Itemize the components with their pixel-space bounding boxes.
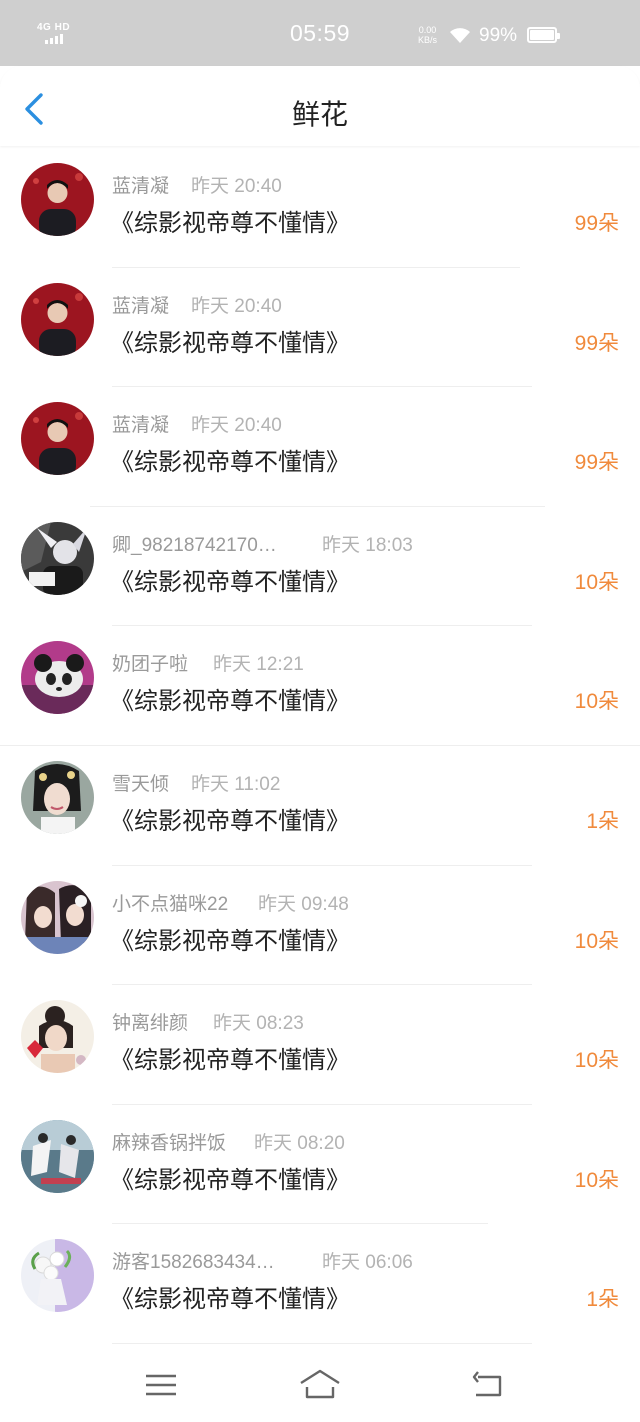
- net-speed-unit: KB/s: [418, 35, 438, 45]
- user-name: 蓝清凝: [112, 415, 170, 437]
- home-icon[interactable]: [297, 1365, 343, 1405]
- send-time: 昨天 09:48: [258, 893, 349, 915]
- user-avatar[interactable]: [21, 402, 94, 476]
- battery-icon: [527, 27, 560, 43]
- book-title[interactable]: 《综影视帝尊不懂情》: [110, 801, 350, 836]
- user-name: 卿_98218742170…: [112, 534, 277, 556]
- flower-count: 10朵: [574, 1168, 619, 1192]
- user-avatar[interactable]: [21, 163, 94, 236]
- menu-icon[interactable]: [138, 1365, 184, 1405]
- book-title[interactable]: 《综影视帝尊不懂情》: [110, 562, 350, 597]
- flower-count: 99朵: [574, 331, 619, 355]
- list-item[interactable]: 奶团子啦 昨天 12:21 《综影视帝尊不懂情》 10朵: [0, 626, 640, 746]
- user-avatar[interactable]: [21, 521, 94, 595]
- return-icon[interactable]: [466, 1365, 512, 1405]
- user-avatar[interactable]: [21, 1119, 94, 1193]
- user-avatar[interactable]: [21, 760, 94, 834]
- user-name: 游客1582683434…: [112, 1252, 275, 1274]
- user-name: 钟离绯颜: [112, 1013, 189, 1035]
- flower-count: 10朵: [574, 929, 619, 953]
- send-time: 昨天 20:40: [191, 176, 282, 197]
- list-item[interactable]: 麻辣香锅拌饭 昨天 08:20 《综影视帝尊不懂情》 10朵: [0, 1105, 640, 1225]
- book-title[interactable]: 《综影视帝尊不懂情》: [110, 681, 350, 716]
- list-item[interactable]: 游客1582683434… 昨天 06:06 《综影视帝尊不懂情》 1朵: [0, 1224, 640, 1344]
- send-time: 昨天 08:23: [213, 1013, 304, 1035]
- user-avatar[interactable]: [21, 282, 94, 356]
- list-item[interactable]: 蓝清凝 昨天 20:40 《综影视帝尊不懂情》 99朵: [0, 268, 640, 388]
- book-title[interactable]: 《综影视帝尊不懂情》: [110, 1279, 350, 1314]
- flower-count: 99朵: [574, 451, 619, 475]
- user-name: 麻辣香锅拌饭: [112, 1132, 227, 1154]
- list-item[interactable]: 蓝清凝 昨天 20:40 《综影视帝尊不懂情》 99朵: [0, 387, 640, 507]
- send-time: 昨天 08:20: [254, 1132, 345, 1154]
- system-nav-bar: [0, 1345, 640, 1422]
- flower-count: 1朵: [586, 809, 619, 833]
- flower-record-list: 蓝清凝 昨天 20:40 《综影视帝尊不懂情》 99朵 蓝清凝 昨天 20:40…: [0, 148, 640, 1344]
- wifi-icon: [450, 28, 470, 43]
- book-title[interactable]: 《综影视帝尊不懂情》: [110, 1160, 350, 1195]
- flower-count: 10朵: [574, 1049, 619, 1073]
- book-title[interactable]: 《综影视帝尊不懂情》: [110, 323, 350, 358]
- send-time: 昨天 20:40: [191, 295, 282, 317]
- flower-count: 1朵: [586, 1288, 619, 1312]
- book-title[interactable]: 《综影视帝尊不懂情》: [110, 203, 350, 238]
- book-title[interactable]: 《综影视帝尊不懂情》: [110, 921, 350, 956]
- battery-percent: 99%: [479, 25, 518, 46]
- status-bar: 4G HD 05:59 0.00 KB/s 99%: [0, 0, 640, 66]
- user-name: 蓝清凝: [112, 295, 170, 317]
- send-time: 昨天 11:02: [191, 773, 281, 795]
- send-time: 昨天 18:03: [322, 534, 413, 556]
- send-time: 昨天 06:06: [322, 1252, 413, 1274]
- book-title[interactable]: 《综影视帝尊不懂情》: [110, 1040, 350, 1075]
- user-name: 雪天倾: [112, 773, 170, 795]
- list-item[interactable]: 卿_98218742170… 昨天 18:03 《综影视帝尊不懂情》 10朵: [0, 507, 640, 627]
- page-title: 鲜花: [291, 99, 348, 130]
- user-avatar[interactable]: [21, 1000, 94, 1074]
- flower-count: 99朵: [574, 212, 619, 235]
- user-name: 蓝清凝: [112, 176, 170, 197]
- user-avatar[interactable]: [21, 1239, 94, 1313]
- list-item[interactable]: 雪天倾 昨天 11:02 《综影视帝尊不懂情》 1朵: [0, 746, 640, 866]
- send-time: 昨天 20:40: [191, 415, 282, 437]
- list-item[interactable]: 小不点猫咪22 昨天 09:48 《综影视帝尊不懂情》 10朵: [0, 866, 640, 986]
- book-title[interactable]: 《综影视帝尊不懂情》: [110, 442, 350, 477]
- net-speed: 0.00 KB/s: [418, 25, 437, 45]
- send-time: 昨天 12:21: [213, 654, 304, 676]
- row-divider: [112, 1342, 532, 1344]
- net-speed-value: 0.00: [418, 25, 437, 35]
- list-item[interactable]: 蓝清凝 昨天 20:40 《综影视帝尊不懂情》 99朵: [0, 148, 640, 268]
- user-avatar[interactable]: [21, 641, 94, 715]
- page-header: 鲜花: [0, 66, 640, 146]
- user-avatar[interactable]: [21, 880, 94, 954]
- user-name: 奶团子啦: [112, 654, 189, 676]
- flower-count: 10朵: [574, 690, 619, 714]
- flower-count: 10朵: [574, 570, 619, 594]
- list-item[interactable]: 钟离绯颜 昨天 08:23 《综影视帝尊不懂情》 10朵: [0, 985, 640, 1105]
- user-name: 小不点猫咪22: [112, 893, 229, 915]
